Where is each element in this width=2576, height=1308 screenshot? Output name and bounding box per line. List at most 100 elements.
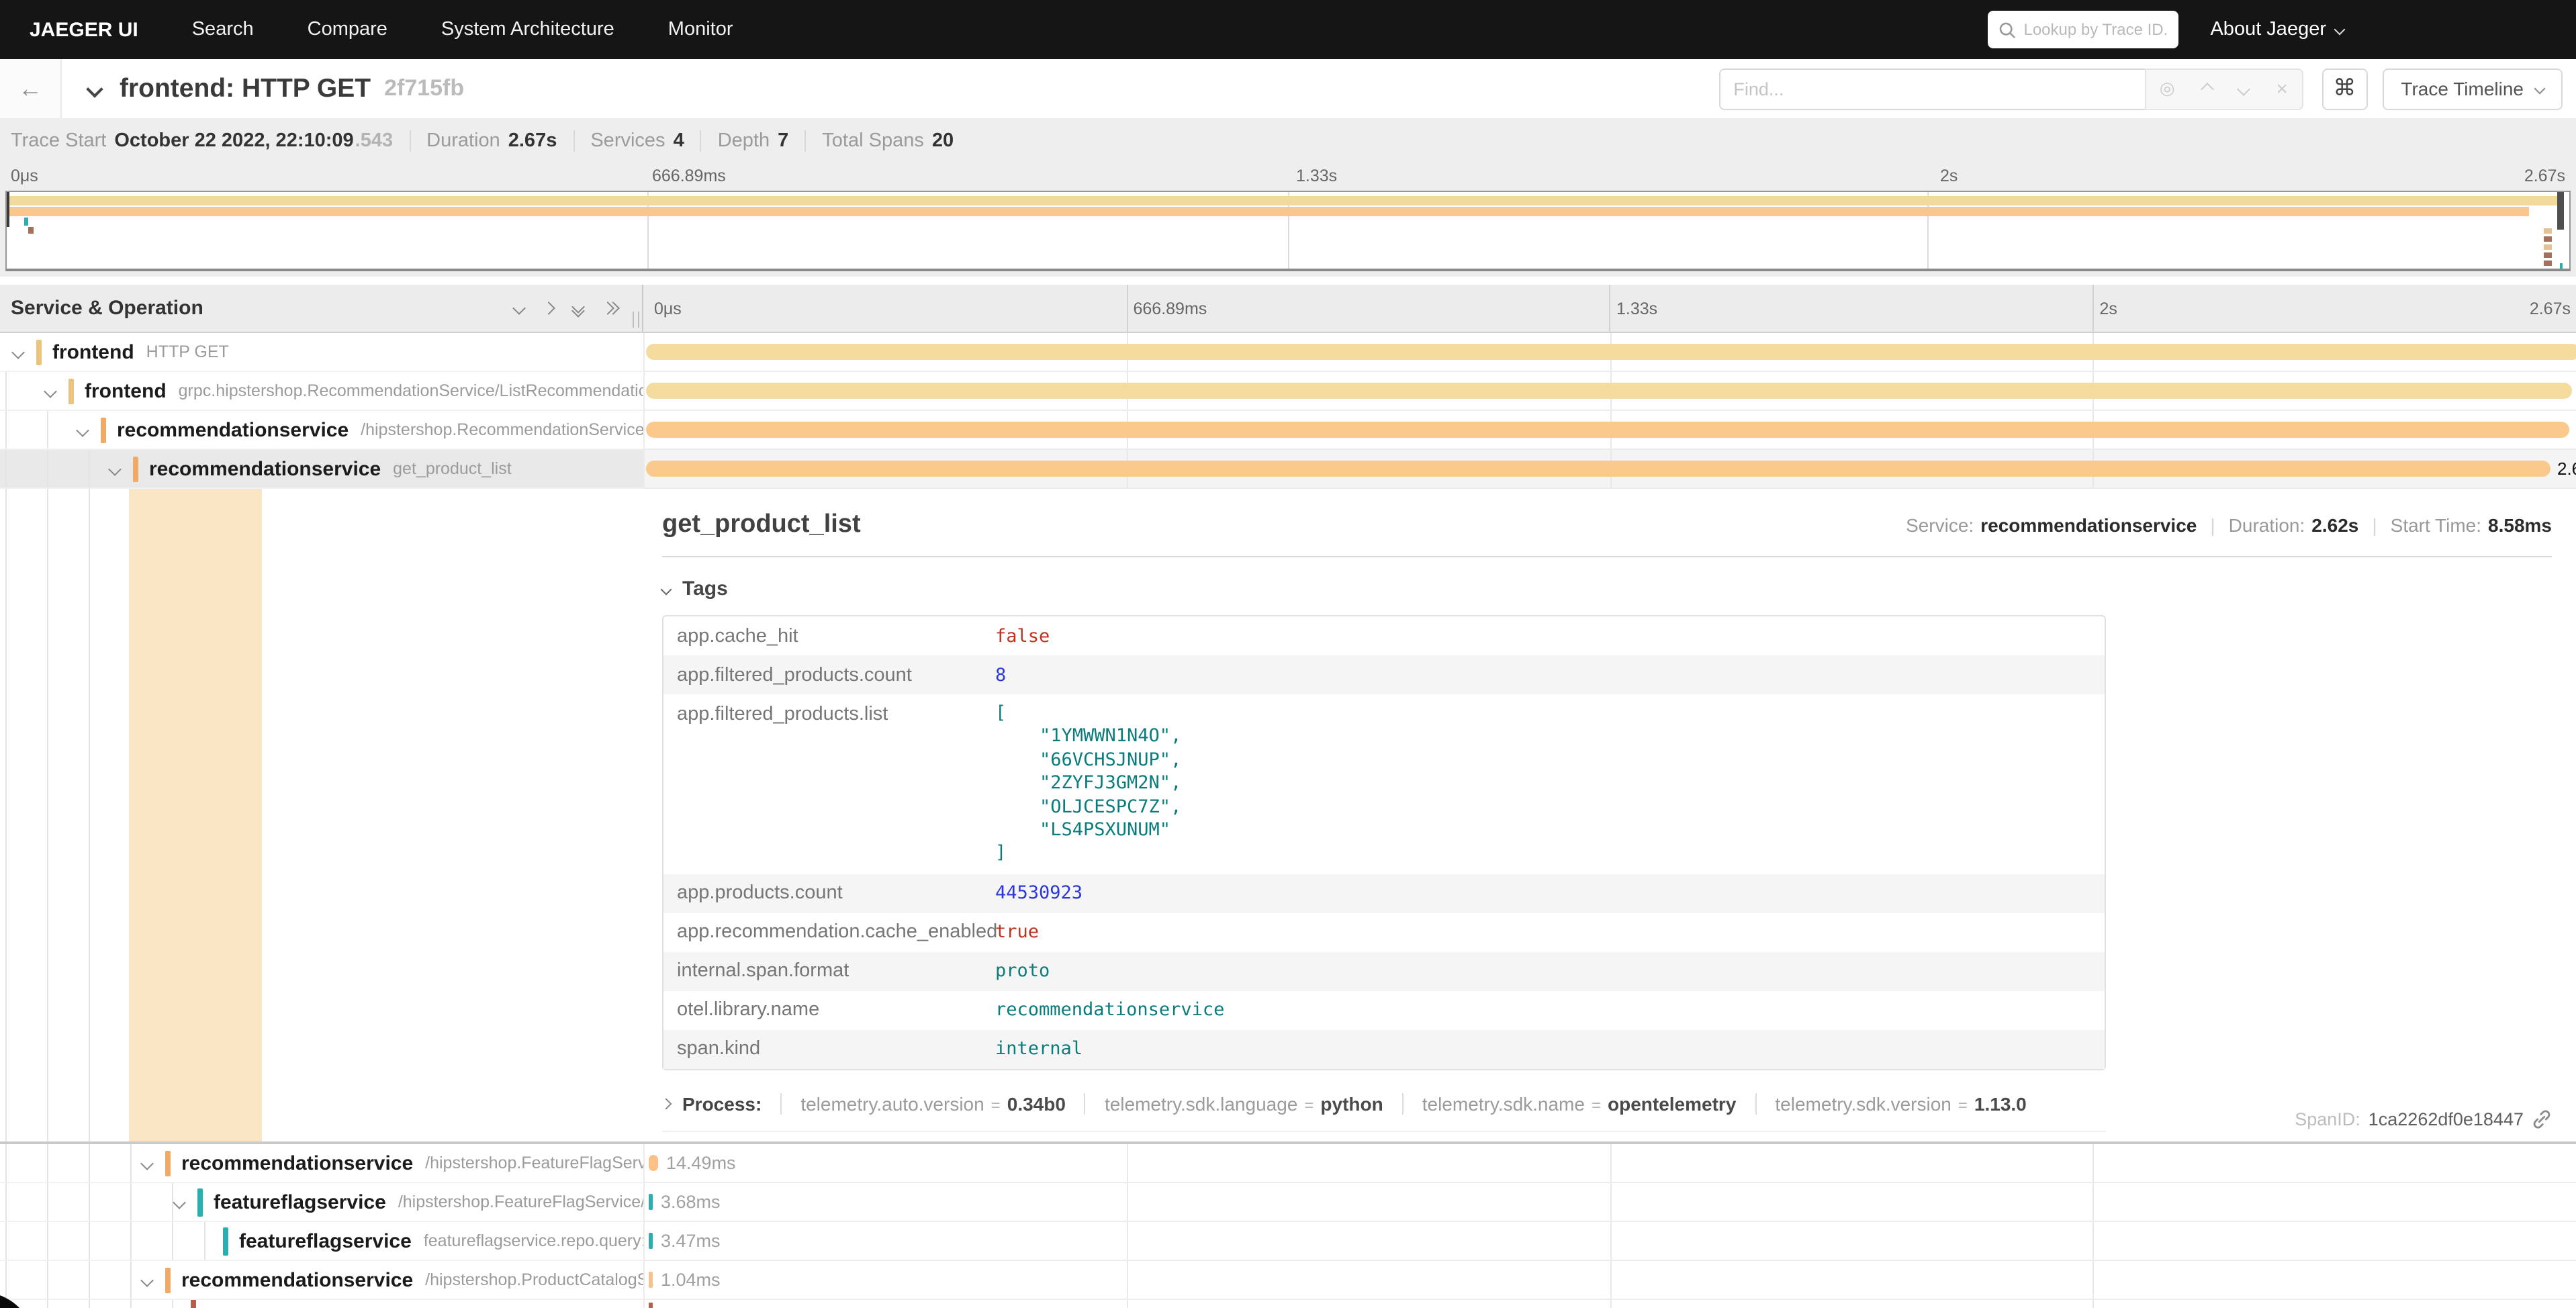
about-jaeger-menu[interactable]: About Jaeger [2210, 19, 2344, 40]
tag-row[interactable]: app.filtered_products.count 8 [663, 655, 2105, 694]
search-icon [1998, 21, 2015, 38]
span-operation: /hipstershop.RecommendationService/Lis..… [361, 420, 643, 439]
span-service: frontend [85, 379, 167, 402]
span-duration-label: 3.47ms [661, 1231, 721, 1251]
span-collapse-chevron-icon[interactable] [173, 1195, 186, 1209]
span-row-partial[interactable] [0, 1300, 2576, 1308]
nav-item-compare[interactable]: Compare [308, 19, 387, 40]
span-duration-bar[interactable] [649, 1272, 653, 1288]
tag-row[interactable]: app.products.count 44530923 [663, 874, 2105, 913]
tags-section-toggle[interactable]: Tags [662, 577, 2552, 600]
span-collapse-chevron-icon[interactable] [44, 384, 57, 398]
span-duration-bar[interactable] [649, 1155, 658, 1171]
span-color-accent [165, 1150, 171, 1176]
span-timeline-cell[interactable] [643, 1300, 2576, 1308]
tag-row[interactable]: app.recommendation.cache_enabled true [663, 913, 2105, 952]
tag-row[interactable]: span.kind internal [663, 1030, 2105, 1069]
span-detail-title: get_product_list [662, 510, 861, 540]
span-row[interactable]: frontend grpc.hipstershop.Recommendation… [0, 372, 2576, 411]
span-operation: /hipstershop.FeatureFlagService/Ge... [398, 1193, 643, 1211]
span-timeline-cell[interactable]: 3.47ms [643, 1222, 2576, 1261]
timeline-header-row: Service & Operation 0μs 666.89ms 1.33s 2… [0, 285, 2576, 333]
trace-view-select[interactable]: Trace Timeline [2382, 68, 2563, 109]
axis-tick: 666.89ms [1134, 299, 1207, 318]
expand-one-icon[interactable] [542, 301, 555, 315]
detail-divider [662, 556, 2552, 557]
span-duration-label: 1.04ms [661, 1270, 721, 1290]
trace-id-lookup-input[interactable] [2023, 20, 2167, 39]
span-collapse-chevron-icon[interactable] [140, 1156, 154, 1170]
link-icon[interactable] [2532, 1109, 2552, 1129]
minimap-span-bar [2544, 228, 2552, 234]
span-collapse-chevron-icon[interactable] [140, 1273, 154, 1287]
command-icon: ⌘ [2333, 75, 2356, 102]
minimap-span-bar [2544, 236, 2552, 242]
span-row-selected[interactable]: recommendationservice get_product_list 2… [0, 450, 2576, 489]
tag-row[interactable]: app.cache_hit false [663, 616, 2105, 655]
axis-tick: 2.67s [2530, 299, 2571, 318]
next-match-icon[interactable] [2238, 82, 2251, 95]
span-timeline-cell[interactable] [643, 333, 2576, 372]
span-timeline-cell[interactable]: 2.62s [643, 450, 2576, 489]
span-timeline-cell[interactable] [643, 372, 2576, 411]
nav-item-system-architecture[interactable]: System Architecture [441, 19, 614, 40]
span-duration-bar[interactable] [646, 461, 2550, 477]
trace-id-lookup[interactable] [1987, 11, 2178, 48]
span-collapse-chevron-icon[interactable] [11, 345, 25, 359]
collapse-one-icon[interactable] [512, 301, 526, 315]
collapse-all-icon[interactable] [573, 301, 583, 315]
tag-row[interactable]: internal.span.format proto [663, 952, 2105, 991]
jaeger-trace-page: JAEGER UI Search Compare System Architec… [0, 0, 2576, 1308]
span-collapse-chevron-icon[interactable] [108, 462, 122, 475]
span-collapse-chevron-icon[interactable] [76, 423, 89, 436]
column-resize-handle[interactable] [633, 312, 639, 328]
clear-icon[interactable]: × [2276, 77, 2288, 100]
minimap-tick: 2.67s [2524, 167, 2565, 185]
chevron-down-icon [2334, 24, 2346, 36]
tag-row[interactable]: otel.library.name recommendationservice [663, 991, 2105, 1030]
span-timeline-cell[interactable]: 1.04ms [643, 1261, 2576, 1300]
process-section-toggle[interactable]: Process: telemetry.auto.version=0.34b0 t… [662, 1093, 2106, 1132]
span-row[interactable]: recommendationservice /hipstershop.Featu… [0, 1144, 2576, 1183]
span-timeline-cell[interactable]: 3.68ms [643, 1183, 2576, 1222]
minimap-span-bar [24, 218, 28, 226]
span-duration-bar[interactable] [649, 1233, 653, 1249]
back-button[interactable]: ← [0, 59, 62, 118]
find-input[interactable] [1718, 68, 2144, 109]
minimap-left-handle[interactable] [7, 192, 9, 227]
trace-subheader: Trace Start October 22 2022, 22:10:09.54… [0, 118, 2576, 277]
span-timeline-cell[interactable] [643, 411, 2576, 450]
minimap-span-bar [2544, 252, 2552, 258]
minimap-span-bar [7, 196, 2561, 205]
find-control: ◎ × [1718, 68, 2303, 109]
trace-minimap[interactable] [5, 191, 2571, 271]
nav-item-search[interactable]: Search [192, 19, 254, 40]
span-duration-bar[interactable] [646, 383, 2572, 399]
span-row[interactable]: recommendationservice /hipstershop.Recom… [0, 411, 2576, 450]
span-duration-bar[interactable] [646, 344, 2576, 360]
span-service: recommendationservice [181, 1152, 413, 1174]
minimap-right-handle[interactable] [2557, 192, 2564, 230]
span-detail-row: get_product_list Service:recommendations… [0, 489, 2576, 1144]
match-target-icon[interactable]: ◎ [2160, 78, 2175, 99]
span-service: recommendationservice [181, 1268, 413, 1291]
summary-total-spans: Total Spans 20 [804, 130, 970, 151]
tag-row[interactable]: app.filtered_products.list [ "1YMWWN1N4O… [663, 694, 2105, 874]
prev-match-icon[interactable] [2201, 82, 2214, 95]
span-row[interactable]: frontend HTTP GET [0, 333, 2576, 372]
span-row[interactable]: featureflagservice /hipstershop.FeatureF… [0, 1183, 2576, 1222]
span-duration-bar[interactable] [649, 1194, 653, 1210]
span-duration-bar[interactable] [646, 422, 2569, 438]
summary-duration: Duration 2.67s [409, 130, 573, 151]
span-row[interactable]: featureflagservice featureflagservice.re… [0, 1222, 2576, 1261]
expand-all-icon[interactable] [603, 303, 618, 313]
span-color-accent [68, 378, 74, 404]
keyboard-shortcuts-button[interactable]: ⌘ [2321, 68, 2367, 109]
collapse-trace-chevron-icon[interactable] [86, 80, 103, 97]
span-row[interactable]: recommendationservice /hipstershop.Produ… [0, 1261, 2576, 1300]
nav-item-monitor[interactable]: Monitor [668, 19, 733, 40]
minimap-span-bar [2560, 263, 2563, 269]
app-logo[interactable]: JAEGER UI [30, 18, 138, 41]
span-timeline-cell[interactable]: 14.49ms [643, 1144, 2576, 1183]
span-operation: grpc.hipstershop.RecommendationService/L… [179, 381, 643, 400]
